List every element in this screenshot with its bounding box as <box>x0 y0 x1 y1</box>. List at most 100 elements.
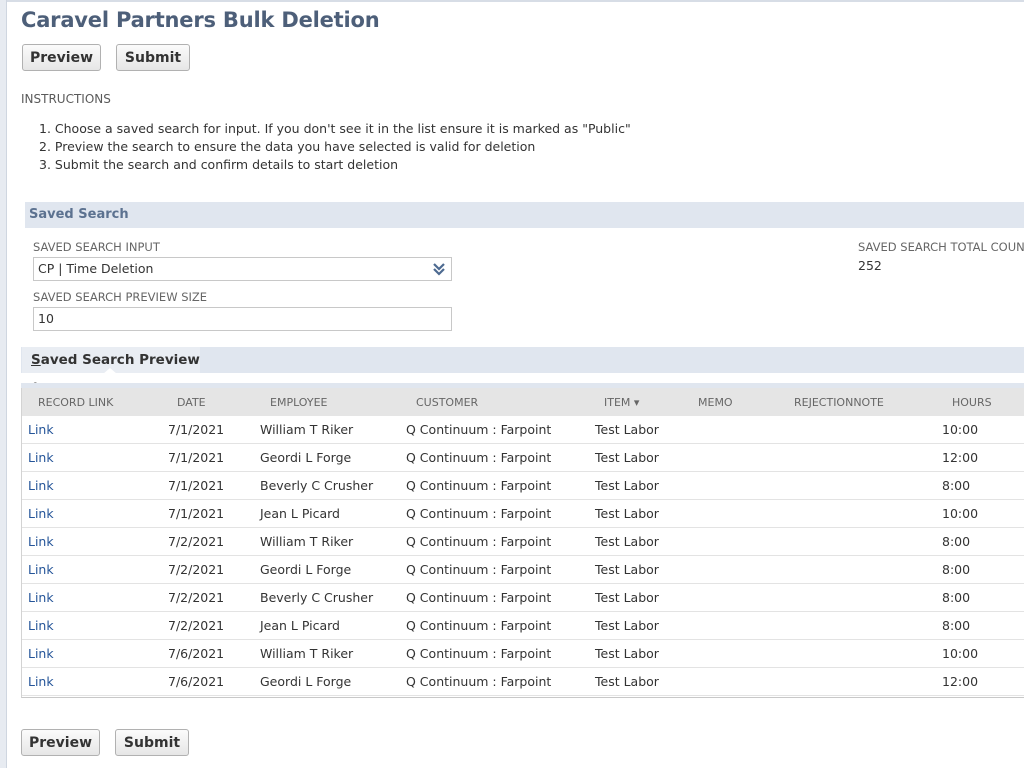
cell-employee: William T Riker <box>260 646 354 661</box>
instruction-step: 2. Preview the search to ensure the data… <box>39 139 536 154</box>
cell-hours: 10:00 <box>942 506 979 521</box>
table-row: Link 7/1/2021 Beverly C Crusher Q Continuum… <box>22 472 1024 500</box>
cell-employee: William T Riker <box>260 422 354 437</box>
cell-employee: Beverly C Crusher <box>260 478 374 493</box>
table-row: Link 7/2/2021 Beverly C Crusher Q Continuum… <box>22 584 1024 612</box>
double-chevron-down-icon[interactable] <box>432 261 446 277</box>
cell-date: 7/2/2021 <box>168 590 225 605</box>
column-header-item[interactable]: ITEM ▾ <box>604 388 639 416</box>
column-header-customer[interactable]: CUSTOMER <box>416 388 478 416</box>
cell-employee: Jean L Picard <box>260 506 340 521</box>
instructions-list: 1. Choose a saved search for input. If y… <box>39 120 631 174</box>
column-header-rejectionnote[interactable]: REJECTIONNOTE <box>794 388 884 416</box>
table-row: Link 7/2/2021 William T Riker Q Continuum :… <box>22 528 1024 556</box>
cell-item: Test Labor <box>595 506 659 521</box>
cell-employee: Geordi L Forge <box>260 674 352 689</box>
cell-employee: Geordi L Forge <box>260 450 352 465</box>
cell-hours: 10:00 <box>942 422 979 437</box>
instruction-step: 3. Submit the search and confirm details… <box>39 157 399 172</box>
record-link[interactable]: Link <box>28 528 54 555</box>
instructions-label: INSTRUCTIONS <box>21 92 111 106</box>
cell-hours: 12:00 <box>942 674 979 689</box>
cell-hours: 8:00 <box>942 478 971 493</box>
record-link[interactable]: Link <box>28 444 54 471</box>
record-link[interactable]: Link <box>28 500 54 527</box>
cell-date: 7/6/2021 <box>168 646 225 661</box>
preview-button-top[interactable]: Preview <box>22 44 101 71</box>
column-header-record-link[interactable]: RECORD LINK <box>38 388 113 416</box>
cell-customer: Q Continuum : Farpoint <box>406 534 552 549</box>
submit-button-bottom[interactable]: Submit <box>115 729 189 756</box>
cell-customer: Q Continuum : Farpoint <box>406 450 552 465</box>
preview-size-input[interactable]: 10 <box>33 307 452 331</box>
record-link[interactable]: Link <box>28 668 54 695</box>
cell-employee: William T Riker <box>260 534 354 549</box>
column-header-memo[interactable]: MEMO <box>698 388 733 416</box>
table-row: Link 7/1/2021 Jean L Picard Q Continuum : F… <box>22 500 1024 528</box>
cell-hours: 8:00 <box>942 590 971 605</box>
instruction-step: 1. Choose a saved search for input. If y… <box>39 121 631 136</box>
cell-date: 7/2/2021 <box>168 618 225 633</box>
total-count-label: SAVED SEARCH TOTAL COUNT <box>858 240 1024 254</box>
cell-hours: 12:00 <box>942 450 979 465</box>
column-header-hours[interactable]: HOURS <box>952 388 992 416</box>
cell-employee: Jean L Picard <box>260 618 340 633</box>
cell-customer: Q Continuum : Farpoint <box>406 646 552 661</box>
cell-date: 7/2/2021 <box>168 534 225 549</box>
record-link[interactable]: Link <box>28 416 54 443</box>
record-link[interactable]: Link <box>28 556 54 583</box>
column-header-employee[interactable]: EMPLOYEE <box>270 388 328 416</box>
cell-customer: Q Continuum : Farpoint <box>406 506 552 521</box>
cell-customer: Q Continuum : Farpoint <box>406 674 552 689</box>
window-left-border <box>0 0 7 768</box>
cell-customer: Q Continuum : Farpoint <box>406 422 552 437</box>
cell-item: Test Labor <box>595 674 659 689</box>
total-count-value: 252 <box>858 258 882 273</box>
table-row: Link 7/6/2021 Geordi L Forge Q Continuum : … <box>22 668 1024 696</box>
record-link[interactable]: Link <box>28 472 54 499</box>
cell-hours: 8:00 <box>942 534 971 549</box>
cell-date: 7/1/2021 <box>168 422 225 437</box>
page-title: Caravel Partners Bulk Deletion <box>21 8 380 32</box>
cell-customer: Q Continuum : Farpoint <box>406 590 552 605</box>
cell-hours: 8:00 <box>942 618 971 633</box>
record-link[interactable]: Link <box>28 584 54 611</box>
cell-item: Test Labor <box>595 534 659 549</box>
cell-employee: Beverly C Crusher <box>260 590 374 605</box>
cell-hours: 8:00 <box>942 562 971 577</box>
cell-item: Test Labor <box>595 422 659 437</box>
cell-item: Test Labor <box>595 590 659 605</box>
tab-pointer <box>103 368 117 374</box>
table-header-row: RECORD LINK DATE EMPLOYEE CUSTOMER ITEM … <box>22 388 1024 417</box>
record-link[interactable]: Link <box>28 640 54 667</box>
table-row: Link 7/1/2021 Geordi L Forge Q Continuum : … <box>22 444 1024 472</box>
cell-customer: Q Continuum : Farpoint <box>406 478 552 493</box>
cell-date: 7/1/2021 <box>168 478 225 493</box>
preview-size-label: SAVED SEARCH PREVIEW SIZE <box>33 290 208 304</box>
window-top-border <box>0 0 1024 2</box>
cell-customer: Q Continuum : Farpoint <box>406 618 552 633</box>
preview-button-bottom[interactable]: Preview <box>21 729 100 756</box>
table-row: Link 7/1/2021 William T Riker Q Continuum :… <box>22 416 1024 444</box>
cell-date: 7/1/2021 <box>168 450 225 465</box>
cell-hours: 10:00 <box>942 646 979 661</box>
cell-date: 7/1/2021 <box>168 506 225 521</box>
column-header-date[interactable]: DATE <box>177 388 206 416</box>
cell-date: 7/2/2021 <box>168 562 225 577</box>
cell-customer: Q Continuum : Farpoint <box>406 562 552 577</box>
cell-item: Test Labor <box>595 618 659 633</box>
cell-item: Test Labor <box>595 450 659 465</box>
saved-search-select-value: CP | Time Deletion <box>38 261 154 276</box>
cell-employee: Geordi L Forge <box>260 562 352 577</box>
table-row: Link 7/2/2021 Geordi L Forge Q Continuum : … <box>22 556 1024 584</box>
submit-button-top[interactable]: Submit <box>116 44 190 71</box>
cell-item: Test Labor <box>595 562 659 577</box>
saved-search-section-header: Saved Search <box>25 202 1024 228</box>
cell-item: Test Labor <box>595 646 659 661</box>
saved-search-select[interactable]: CP | Time Deletion <box>33 257 452 281</box>
cell-item: Test Labor <box>595 478 659 493</box>
saved-search-input-label: SAVED SEARCH INPUT <box>33 240 160 254</box>
record-link[interactable]: Link <box>28 612 54 639</box>
table-row: Link 7/6/2021 William T Riker Q Continuum :… <box>22 640 1024 668</box>
cell-date: 7/6/2021 <box>168 674 225 689</box>
